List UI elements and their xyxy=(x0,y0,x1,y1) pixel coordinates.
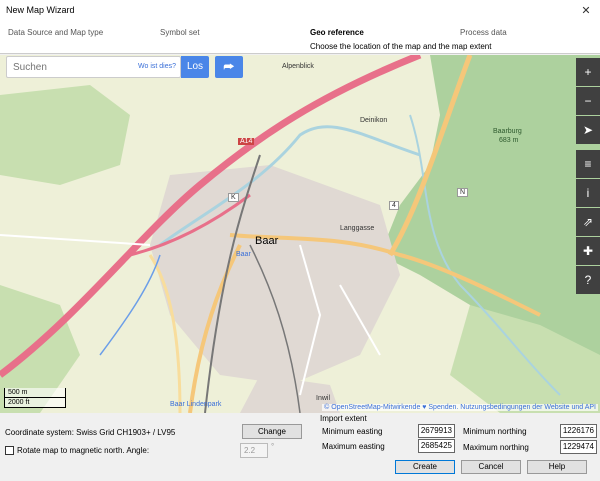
map-toolbar: + − ➤ ≡ i ⇗ ✚ ? xyxy=(576,58,600,295)
locate-icon[interactable]: ➤ xyxy=(576,116,600,144)
min-northing-field[interactable]: 1226176 xyxy=(560,424,597,438)
step-symbol-set: Symbol set xyxy=(160,28,200,37)
layers-icon[interactable]: ≡ xyxy=(576,150,600,178)
note-icon[interactable]: ✚ xyxy=(576,237,600,265)
bottom-panel: Coordinate system: Swiss Grid CH1903+ / … xyxy=(0,414,600,481)
rotate-checkbox[interactable] xyxy=(5,446,14,456)
search-input[interactable] xyxy=(7,57,127,77)
label-baar-lindenpark: Baar Lindenpark xyxy=(170,401,222,408)
zoom-in-icon[interactable]: + xyxy=(576,58,600,86)
route-marker-n: N xyxy=(457,188,469,197)
label-baarburg-elevation: 683 m xyxy=(499,137,519,144)
cancel-button[interactable]: Cancel xyxy=(461,460,521,474)
zoom-out-icon[interactable]: − xyxy=(576,87,600,115)
title-bar: New Map Wizard ✕ xyxy=(0,0,600,22)
share-icon[interactable]: ⇗ xyxy=(576,208,600,236)
rotate-option[interactable]: Rotate map to magnetic north. Angle: xyxy=(5,446,150,456)
new-map-wizard-window: New Map Wizard ✕ Data Source and Map typ… xyxy=(0,0,600,481)
label-a14: A14 xyxy=(238,138,255,145)
scale-feet: 2000 ft xyxy=(4,398,66,408)
change-coordinate-button[interactable]: Change xyxy=(242,424,302,439)
angle-unit: ° xyxy=(271,442,275,451)
min-easting-field[interactable]: 2679913 xyxy=(418,424,455,438)
step-subtitle: Choose the location of the map and the m… xyxy=(310,42,492,51)
directions-icon[interactable]: ⮫ xyxy=(215,56,243,78)
search-go-button[interactable]: Los xyxy=(181,56,209,78)
max-northing-label: Maximum northing xyxy=(463,443,529,452)
min-easting-label: Minimum easting xyxy=(322,427,383,436)
close-icon[interactable]: ✕ xyxy=(572,0,600,22)
label-baar: Baar xyxy=(255,235,279,247)
window-title: New Map Wizard xyxy=(6,5,75,15)
label-baarburg: Baarburg xyxy=(493,128,522,135)
label-langgasse: Langgasse xyxy=(340,225,375,232)
import-extent-title: Import extent xyxy=(320,414,367,423)
map-background xyxy=(0,55,600,413)
label-deinikon: Deinikon xyxy=(360,117,388,124)
angle-field[interactable]: 2.2 xyxy=(240,443,268,458)
query-icon[interactable]: ? xyxy=(576,266,600,294)
route-marker-k: K xyxy=(228,193,239,202)
create-button[interactable]: Create xyxy=(395,460,455,474)
info-icon[interactable]: i xyxy=(576,179,600,207)
step-process-data: Process data xyxy=(460,28,507,37)
scale-meters: 500 m xyxy=(4,388,66,398)
max-easting-label: Maximum easting xyxy=(322,442,385,451)
min-northing-label: Minimum northing xyxy=(463,427,527,436)
scale-bar: 500 m 2000 ft xyxy=(4,388,66,408)
map-attribution[interactable]: © OpenStreetMap-Mitwirkende ♥ Spenden. N… xyxy=(322,404,598,411)
step-data-source: Data Source and Map type xyxy=(8,28,104,37)
max-easting-field[interactable]: 2685425 xyxy=(418,439,455,453)
coordinate-system-label: Coordinate system: Swiss Grid CH1903+ / … xyxy=(5,428,176,437)
import-extent-group: Import extent Minimum easting 2679913 Ma… xyxy=(314,414,600,457)
label-alpenblick: Alpenblick xyxy=(282,63,314,70)
label-baar-station: Baar xyxy=(236,251,251,258)
rotate-label: Rotate map to magnetic north. Angle: xyxy=(17,446,150,455)
step-geo-reference: Geo reference xyxy=(310,28,364,37)
map-search-box[interactable]: Wo ist dies? xyxy=(6,56,181,78)
help-button[interactable]: Help xyxy=(527,460,587,474)
map-view[interactable]: Alpenblick Deinikon Baarburg 683 m A14 B… xyxy=(0,55,600,413)
route-number-4: 4 xyxy=(389,201,399,210)
max-northing-field[interactable]: 1229474 xyxy=(560,440,597,454)
where-is-this-link[interactable]: Wo ist dies? xyxy=(138,63,176,70)
label-inwil: Inwil xyxy=(316,395,331,402)
wizard-steps: Data Source and Map type Symbol set Geo … xyxy=(0,22,600,54)
